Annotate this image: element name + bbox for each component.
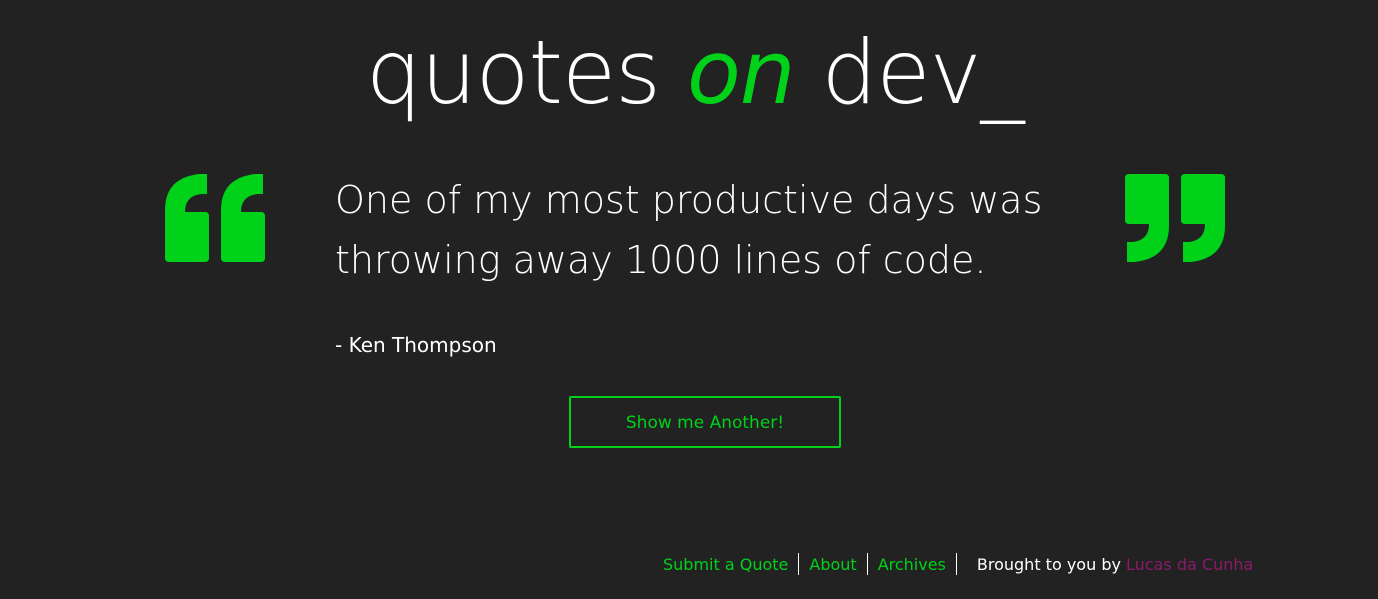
submit-quote-link[interactable]: Submit a Quote xyxy=(663,555,788,574)
quote-author: - Ken Thompson xyxy=(335,333,497,357)
page: quotes on dev_ One of my most productive… xyxy=(0,0,1378,599)
site-logo[interactable]: quotes on dev_ xyxy=(366,18,1036,128)
footer: Submit a Quote About Archives Brought to… xyxy=(663,551,1253,577)
footer-credit: Brought to you by Lucas da Cunha xyxy=(977,555,1253,574)
show-another-button[interactable]: Show me Another! xyxy=(569,396,841,448)
footer-divider xyxy=(866,553,868,575)
credit-prefix: Brought to you by xyxy=(976,554,1127,574)
archives-link[interactable]: Archives xyxy=(878,555,946,574)
quote-text: One of my most productive days was throw… xyxy=(335,178,1043,282)
logo-text-quotes: quotes xyxy=(366,21,687,124)
footer-divider xyxy=(798,553,800,575)
footer-divider xyxy=(955,553,957,575)
author-link[interactable]: Lucas da Cunha xyxy=(1126,555,1253,574)
open-quote-icon xyxy=(165,174,265,262)
close-quote-icon xyxy=(1125,174,1225,262)
about-link[interactable]: About xyxy=(809,555,856,574)
logo-text-on: on xyxy=(686,21,796,124)
logo-text-dev: dev_ xyxy=(794,21,1025,124)
